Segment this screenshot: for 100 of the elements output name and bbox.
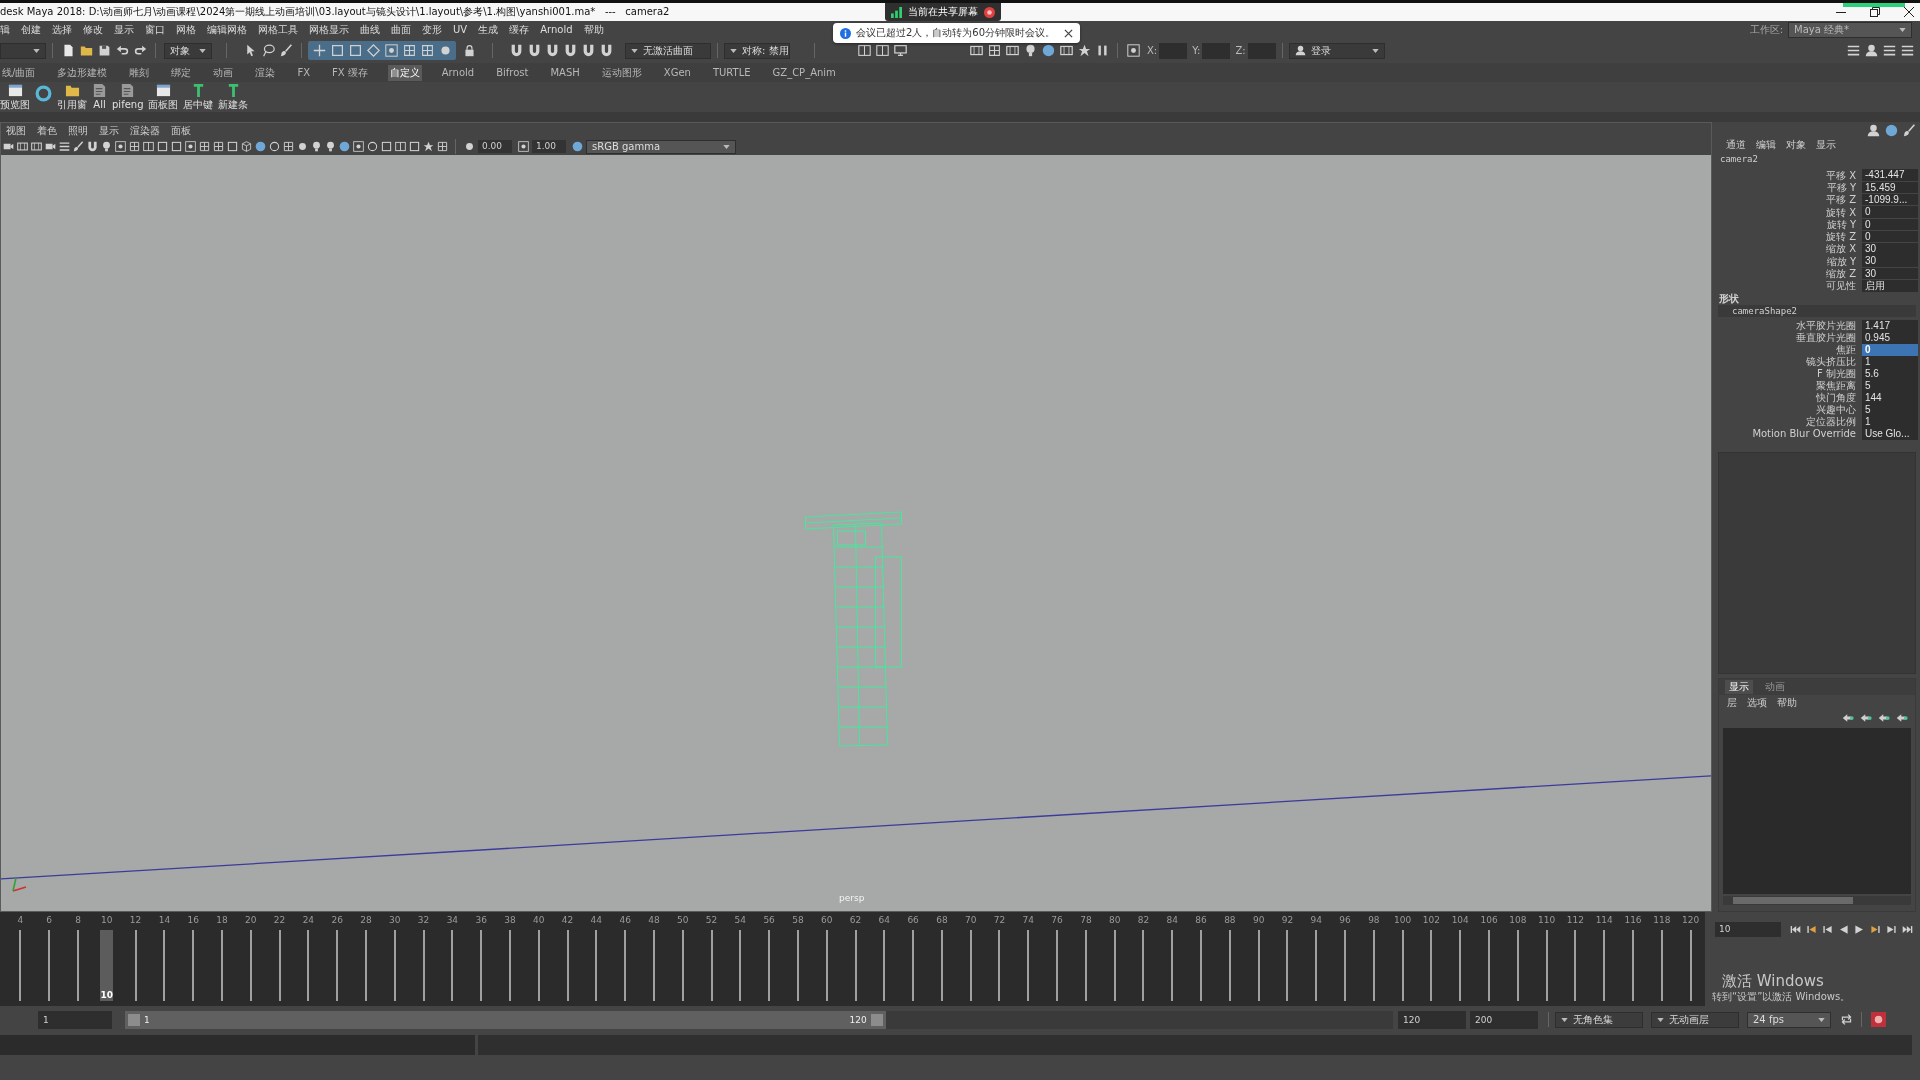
square-icon[interactable] <box>226 141 238 152</box>
channel-value-field[interactable]: 启用 <box>1862 280 1918 292</box>
pause-icon[interactable] <box>1095 44 1109 57</box>
loop-icon[interactable] <box>1839 1013 1853 1026</box>
shelf-tab[interactable]: 自定义 <box>387 64 422 81</box>
star-icon[interactable] <box>422 141 434 152</box>
layer-menu-item[interactable]: 选项 <box>1747 695 1767 710</box>
play-reverse-icon[interactable] <box>1838 924 1849 935</box>
brush-icon[interactable] <box>72 141 84 152</box>
max-end-frame-field[interactable]: 200 <box>1470 1010 1538 1029</box>
previous-key-icon[interactable] <box>1806 924 1817 935</box>
menu-item[interactable]: 生成 <box>478 22 499 37</box>
channel-value-field[interactable]: 0.945 <box>1862 332 1918 344</box>
scrollbar-thumb[interactable] <box>1733 897 1853 904</box>
shelf-button[interactable]: All <box>92 83 107 111</box>
camera-icon[interactable] <box>44 141 56 152</box>
channel-value-field[interactable]: 5 <box>1862 404 1918 416</box>
panel-menu-item[interactable]: 渲染器 <box>130 123 160 138</box>
close-icon[interactable] <box>1064 28 1074 38</box>
magnet-icon[interactable] <box>86 141 98 152</box>
magnet-icon[interactable] <box>563 44 577 57</box>
menu-item[interactable]: 网格显示 <box>309 22 349 37</box>
film-icon[interactable] <box>969 44 983 57</box>
shelf-tab[interactable]: MASH <box>548 66 582 79</box>
menu-item[interactable]: 修改 <box>83 22 103 37</box>
sphere-icon[interactable] <box>1041 44 1055 57</box>
channel-box-menu-item[interactable]: 对象 <box>1786 138 1806 152</box>
channel-value-field[interactable]: 0 <box>1862 206 1918 218</box>
lines-icon[interactable] <box>1846 44 1860 57</box>
framed-dot-icon[interactable] <box>517 141 529 152</box>
layer-menu-item[interactable]: 帮助 <box>1777 695 1797 710</box>
workspace-dropdown[interactable]: Maya 经典* <box>1788 21 1912 38</box>
shelf-tab[interactable]: Arnold <box>439 66 477 79</box>
channel-value-field[interactable]: 5.6 <box>1862 368 1918 380</box>
menu-item[interactable]: 编辑网格 <box>207 22 247 37</box>
fps-dropdown[interactable]: 24 fps <box>1747 1011 1831 1028</box>
key-record-icon[interactable] <box>1870 1012 1886 1027</box>
lines-icon[interactable] <box>1882 44 1896 57</box>
magnet-icon[interactable] <box>581 44 595 57</box>
lock-icon[interactable] <box>462 44 476 57</box>
channel-value-field[interactable]: Use Glo... <box>1862 428 1918 440</box>
login-dropdown[interactable]: 登录 <box>1288 42 1385 59</box>
shelf-button[interactable]: 新建条 <box>218 83 249 111</box>
record-icon[interactable] <box>984 6 995 18</box>
panel-menu-item[interactable]: 显示 <box>99 123 119 138</box>
restore-icon[interactable] <box>1870 7 1880 17</box>
shelf-tab[interactable]: 渲染 <box>253 64 278 81</box>
lines-icon[interactable] <box>58 141 70 152</box>
split-panel-icon[interactable] <box>142 141 154 152</box>
menu-item[interactable]: 网格 <box>176 22 196 37</box>
framed-dot-icon[interactable] <box>184 141 196 152</box>
film-icon[interactable] <box>30 141 42 152</box>
channel-value-field[interactable]: 144 <box>1862 392 1918 404</box>
sphere-icon[interactable] <box>571 141 583 152</box>
grid-icon[interactable] <box>282 141 294 152</box>
square-icon[interactable] <box>170 141 182 152</box>
character-set-dropdown[interactable]: 无角色集 <box>1555 1011 1643 1028</box>
cross-icon[interactable] <box>312 44 326 57</box>
exposure-field[interactable]: 0.00 <box>478 140 512 153</box>
menu-item[interactable]: 辑 <box>0 22 10 37</box>
magnet-icon[interactable] <box>599 44 613 57</box>
color-space-dropdown[interactable]: sRGB gamma <box>586 139 736 154</box>
grid-icon[interactable] <box>420 44 434 57</box>
menu-item[interactable]: Arnold <box>540 24 573 35</box>
range-slider[interactable]: 1 120 <box>125 1010 1393 1029</box>
file-icon[interactable] <box>61 44 75 57</box>
shelf-tab[interactable]: FX <box>295 66 312 79</box>
film-icon[interactable] <box>1005 44 1019 57</box>
lines-icon[interactable] <box>1900 44 1914 57</box>
grid-icon[interactable] <box>128 141 140 152</box>
skip-to-end-icon[interactable] <box>1902 924 1913 935</box>
channel-value-field[interactable]: -431.447 <box>1862 169 1918 181</box>
bulb-icon[interactable] <box>100 141 112 152</box>
bulb-icon[interactable] <box>324 141 336 152</box>
magnet-icon[interactable] <box>509 44 523 57</box>
range-handle-icon[interactable] <box>870 1013 883 1026</box>
layer-menu-item[interactable]: 层 <box>1727 695 1737 710</box>
shape-node-name[interactable]: cameraShape2 <box>1718 304 1916 317</box>
shelf-tab[interactable]: 动画 <box>211 64 236 81</box>
channel-value-field[interactable]: 15.459 <box>1862 181 1918 194</box>
dot-icon[interactable] <box>438 44 452 57</box>
gamma-field[interactable]: 1.00 <box>532 140 566 153</box>
square-icon[interactable] <box>380 141 392 152</box>
shelf-tab[interactable]: TURTLE <box>710 66 753 79</box>
step-forward-icon[interactable] <box>1886 924 1897 935</box>
layer-tab[interactable]: 显示 <box>1725 680 1753 694</box>
dot-icon[interactable] <box>296 141 308 152</box>
symmetry-dropdown[interactable]: 对称: 禁用 <box>724 42 790 59</box>
person-icon[interactable] <box>1866 123 1880 137</box>
menu-item[interactable]: 帮助 <box>583 22 604 37</box>
split-panel-icon[interactable] <box>857 44 871 57</box>
live-surface-dropdown[interactable]: 无激活曲面 <box>625 42 711 59</box>
split-panel-icon[interactable] <box>394 141 406 152</box>
person-icon[interactable] <box>1864 44 1878 57</box>
shelf-tab[interactable]: GZ_CP_Anim <box>770 66 838 79</box>
menu-item[interactable]: 显示 <box>114 22 134 37</box>
screen-share-banner[interactable]: 当前在共享屏幕 <box>885 3 1001 21</box>
square-icon[interactable] <box>156 141 168 152</box>
channel-value-field[interactable]: 5 <box>1862 380 1918 392</box>
grid-icon[interactable] <box>987 44 1001 57</box>
